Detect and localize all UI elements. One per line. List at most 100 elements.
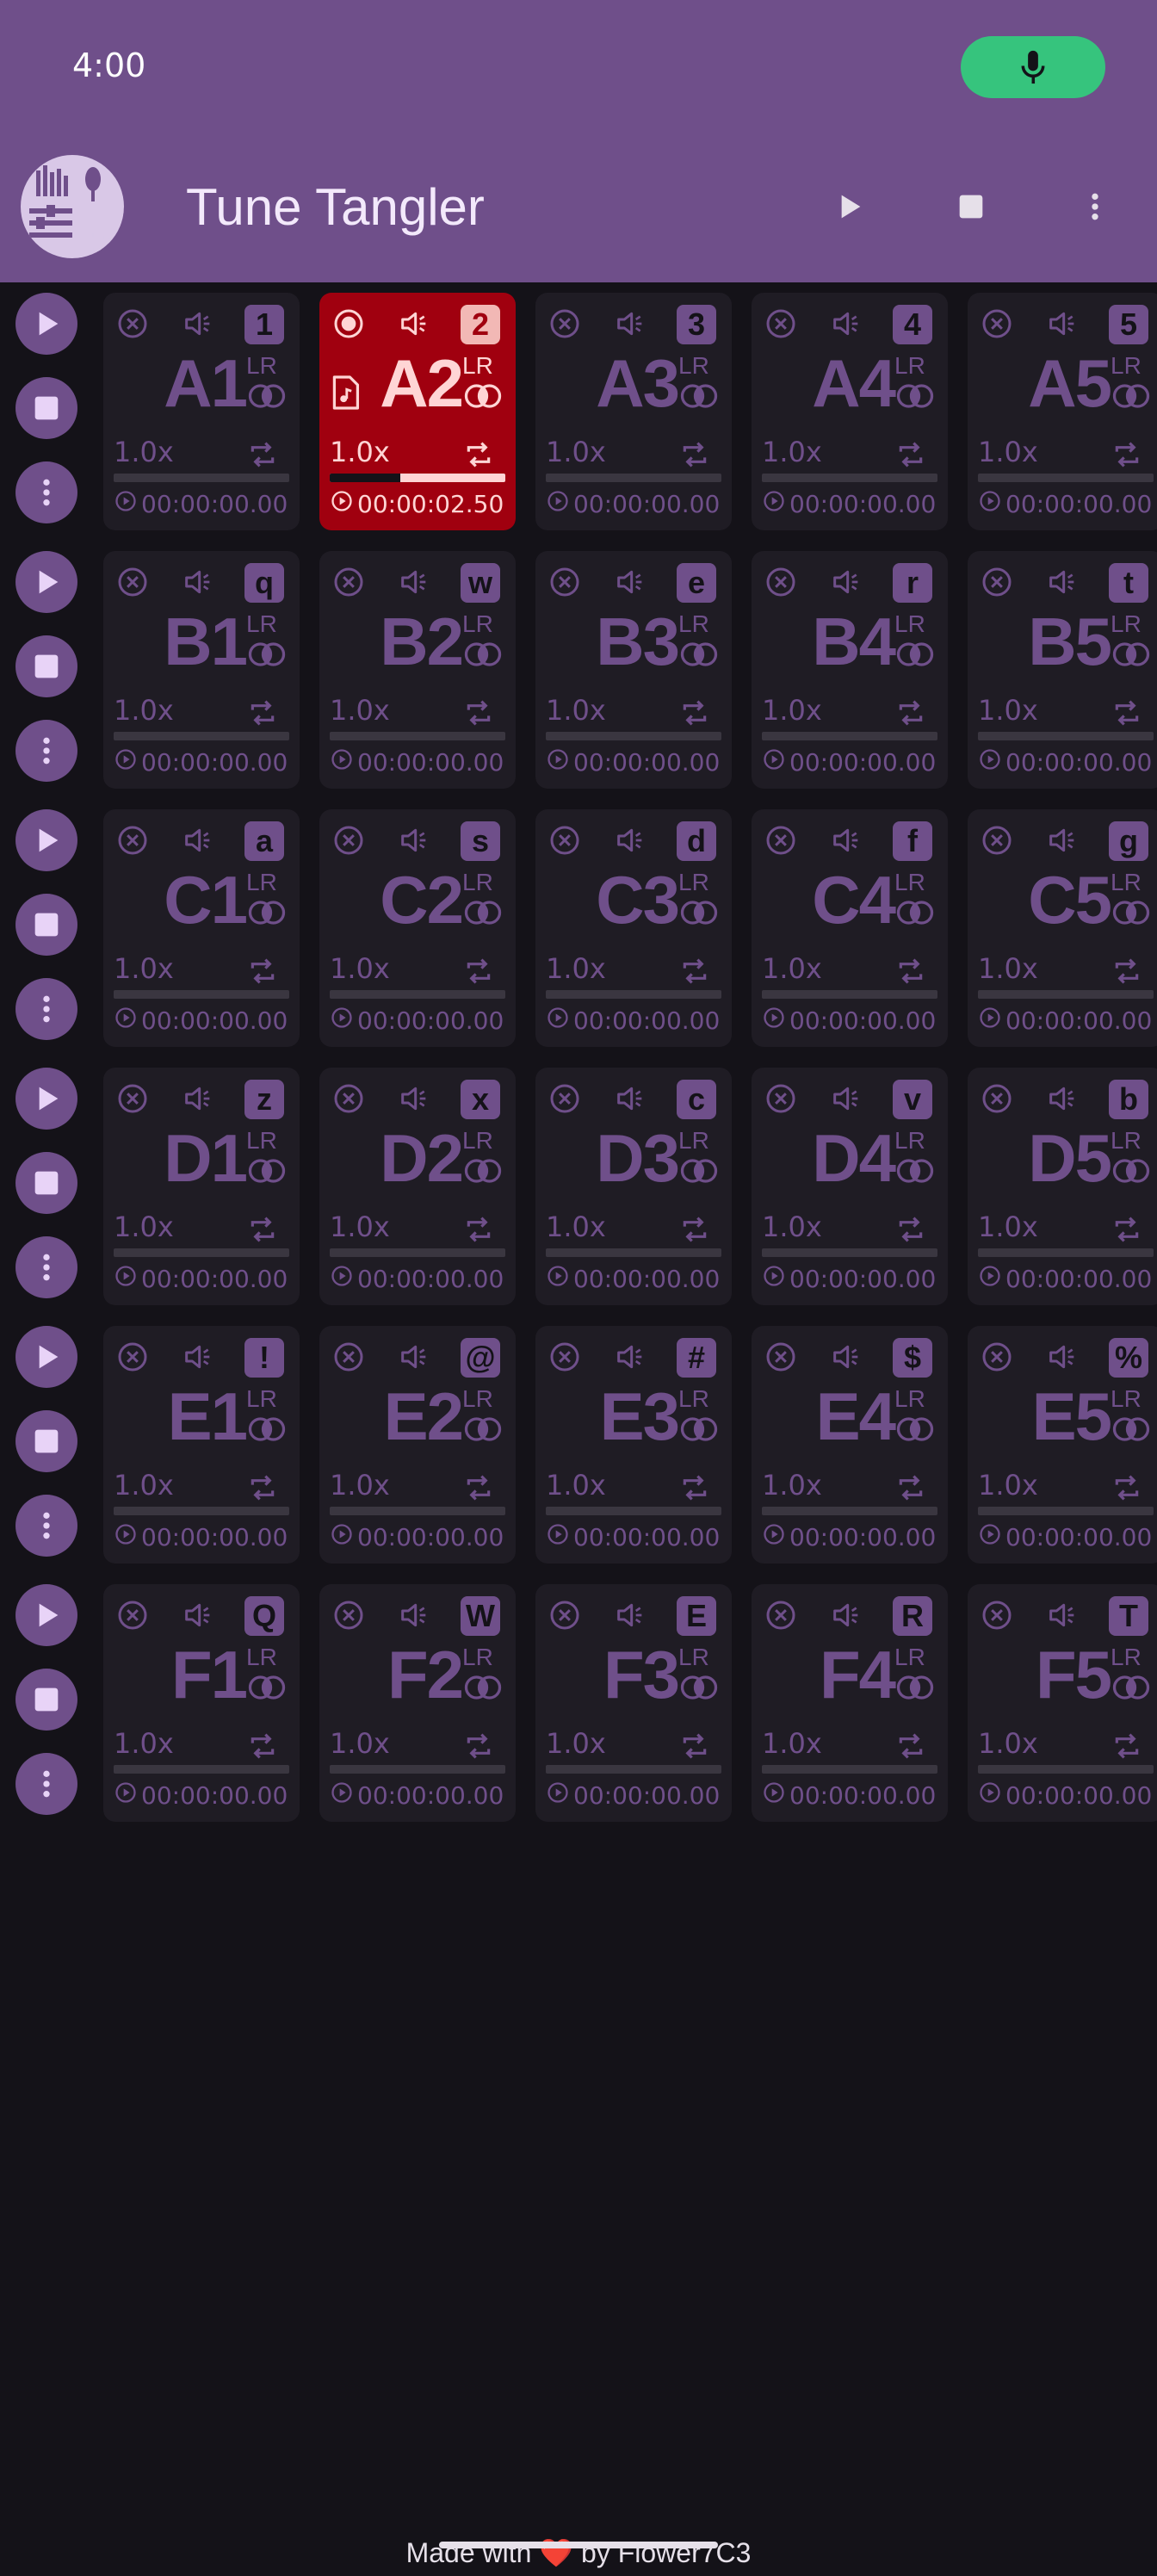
pad-speed[interactable]: 1.0x xyxy=(978,1727,1038,1760)
clear-pad-icon[interactable] xyxy=(115,565,150,603)
clear-pad-icon[interactable] xyxy=(548,565,582,603)
loop-icon[interactable] xyxy=(677,1471,713,1508)
loop-icon[interactable] xyxy=(1109,437,1145,475)
pad-speed[interactable]: 1.0x xyxy=(114,1211,174,1243)
clear-pad-icon[interactable] xyxy=(115,823,150,861)
row-play-button[interactable] xyxy=(15,809,77,871)
row-stop-button[interactable] xyxy=(15,894,77,956)
sound-pad[interactable]: q B1 LR 1.0x 00:00:00.00 xyxy=(103,551,300,789)
stereo-icon[interactable] xyxy=(246,1675,288,1703)
stereo-icon[interactable] xyxy=(462,1675,504,1703)
pad-speed[interactable]: 1.0x xyxy=(546,1469,606,1502)
volume-icon[interactable] xyxy=(613,565,647,603)
clear-pad-icon[interactable] xyxy=(980,823,1014,861)
pad-speed[interactable]: 1.0x xyxy=(330,952,390,985)
volume-icon[interactable] xyxy=(1045,1598,1080,1636)
stereo-icon[interactable] xyxy=(462,901,504,928)
pad-speed[interactable]: 1.0x xyxy=(114,1469,174,1502)
volume-icon[interactable] xyxy=(397,1598,431,1636)
stereo-icon[interactable] xyxy=(1111,901,1152,928)
loop-icon[interactable] xyxy=(461,696,497,734)
pad-speed[interactable]: 1.0x xyxy=(330,1469,390,1502)
sound-pad[interactable]: 3 A3 LR 1.0x 00:00:00.00 xyxy=(535,293,732,530)
row-more-button[interactable] xyxy=(15,1753,77,1815)
pad-speed[interactable]: 1.0x xyxy=(546,952,606,985)
loop-icon[interactable] xyxy=(244,1212,281,1250)
stereo-icon[interactable] xyxy=(678,901,720,928)
recording-icon[interactable] xyxy=(331,307,366,344)
row-stop-button[interactable] xyxy=(15,1669,77,1731)
volume-icon[interactable] xyxy=(397,307,431,344)
clear-pad-icon[interactable] xyxy=(548,823,582,861)
volume-icon[interactable] xyxy=(397,1340,431,1378)
volume-icon[interactable] xyxy=(181,1340,215,1378)
clear-pad-icon[interactable] xyxy=(764,1340,798,1378)
sound-pad[interactable]: % E5 LR 1.0x 00:00:00.00 xyxy=(968,1326,1157,1564)
clear-pad-icon[interactable] xyxy=(764,1598,798,1636)
stereo-icon[interactable] xyxy=(894,642,936,670)
sound-pad[interactable]: g C5 LR 1.0x 00:00:00.00 xyxy=(968,809,1157,1047)
sound-pad[interactable]: e B3 LR 1.0x 00:00:00.00 xyxy=(535,551,732,789)
pad-speed[interactable]: 1.0x xyxy=(330,1727,390,1760)
stereo-icon[interactable] xyxy=(462,384,504,412)
sound-pad[interactable]: # E3 LR 1.0x 00:00:00.00 xyxy=(535,1326,732,1564)
sound-pad[interactable]: t B5 LR 1.0x 00:00:00.00 xyxy=(968,551,1157,789)
sound-pad[interactable]: $ E4 LR 1.0x 00:00:00.00 xyxy=(752,1326,948,1564)
clear-pad-icon[interactable] xyxy=(764,823,798,861)
clear-pad-icon[interactable] xyxy=(980,565,1014,603)
loop-icon[interactable] xyxy=(893,1471,929,1508)
loop-icon[interactable] xyxy=(677,954,713,992)
clear-pad-icon[interactable] xyxy=(980,1340,1014,1378)
loop-icon[interactable] xyxy=(461,1471,497,1508)
clear-pad-icon[interactable] xyxy=(115,307,150,344)
loop-icon[interactable] xyxy=(244,1729,281,1767)
stereo-icon[interactable] xyxy=(246,642,288,670)
pad-speed[interactable]: 1.0x xyxy=(114,694,174,727)
pad-speed[interactable]: 1.0x xyxy=(978,1211,1038,1243)
volume-icon[interactable] xyxy=(181,1598,215,1636)
stereo-icon[interactable] xyxy=(1111,1159,1152,1186)
volume-icon[interactable] xyxy=(829,307,863,344)
stop-all-button[interactable] xyxy=(937,172,1005,241)
pad-speed[interactable]: 1.0x xyxy=(978,436,1038,468)
pad-speed[interactable]: 1.0x xyxy=(330,694,390,727)
clear-pad-icon[interactable] xyxy=(115,1598,150,1636)
stereo-icon[interactable] xyxy=(894,384,936,412)
more-menu-button[interactable] xyxy=(1061,172,1129,241)
stereo-icon[interactable] xyxy=(894,1159,936,1186)
loop-icon[interactable] xyxy=(244,954,281,992)
stereo-icon[interactable] xyxy=(1111,1675,1152,1703)
volume-icon[interactable] xyxy=(181,307,215,344)
sound-pad[interactable]: w B2 LR 1.0x 00:00:00.00 xyxy=(319,551,516,789)
loop-icon[interactable] xyxy=(677,1212,713,1250)
volume-icon[interactable] xyxy=(613,823,647,861)
clear-pad-icon[interactable] xyxy=(548,307,582,344)
loop-icon[interactable] xyxy=(244,1471,281,1508)
pad-speed[interactable]: 1.0x xyxy=(546,1211,606,1243)
volume-icon[interactable] xyxy=(613,1598,647,1636)
pad-speed[interactable]: 1.0x xyxy=(762,436,822,468)
clear-pad-icon[interactable] xyxy=(980,307,1014,344)
sound-pad[interactable]: a C1 LR 1.0x 00:00:00.00 xyxy=(103,809,300,1047)
loop-icon[interactable] xyxy=(1109,1212,1145,1250)
loop-icon[interactable] xyxy=(893,696,929,734)
clear-pad-icon[interactable] xyxy=(548,1081,582,1119)
pad-speed[interactable]: 1.0x xyxy=(546,1727,606,1760)
row-play-button[interactable] xyxy=(15,1584,77,1646)
stereo-icon[interactable] xyxy=(246,384,288,412)
pad-speed[interactable]: 1.0x xyxy=(114,436,174,468)
sound-pad[interactable]: f C4 LR 1.0x 00:00:00.00 xyxy=(752,809,948,1047)
loop-icon[interactable] xyxy=(244,437,281,475)
stereo-icon[interactable] xyxy=(246,901,288,928)
stereo-icon[interactable] xyxy=(1111,642,1152,670)
volume-icon[interactable] xyxy=(613,1081,647,1119)
gesture-nav-bar[interactable] xyxy=(439,2542,718,2548)
volume-icon[interactable] xyxy=(829,1081,863,1119)
pad-speed[interactable]: 1.0x xyxy=(330,1211,390,1243)
loop-icon[interactable] xyxy=(893,1729,929,1767)
volume-icon[interactable] xyxy=(181,823,215,861)
sound-pad[interactable]: R F4 LR 1.0x 00:00:00.00 xyxy=(752,1584,948,1822)
stereo-icon[interactable] xyxy=(678,384,720,412)
loop-icon[interactable] xyxy=(461,437,497,475)
stereo-icon[interactable] xyxy=(246,1159,288,1186)
